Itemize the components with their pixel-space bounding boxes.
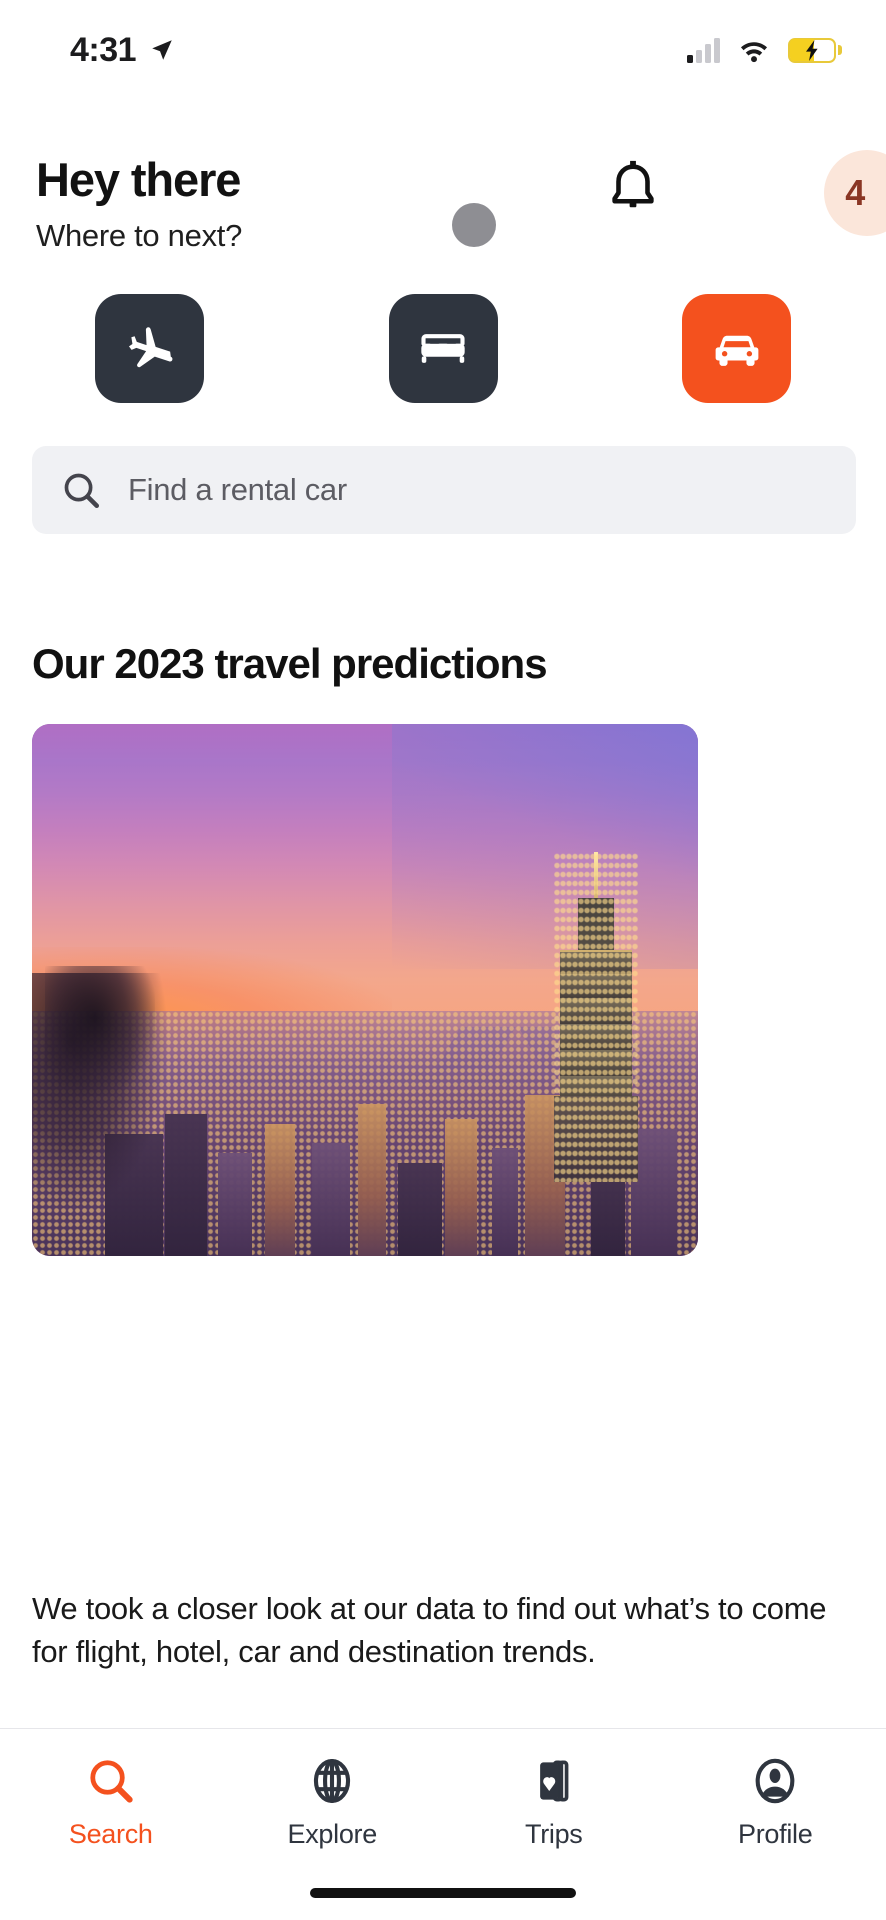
search-icon <box>64 473 100 509</box>
location-arrow-icon <box>152 40 172 60</box>
wifi-icon <box>740 42 768 63</box>
tower-window-lights <box>554 851 639 1182</box>
person-circle-icon <box>755 1758 795 1804</box>
hero-building <box>218 1153 253 1256</box>
hero-building <box>444 1118 477 1256</box>
status-bar-left: 4:31 <box>70 31 175 70</box>
status-time: 4:31 <box>70 30 137 69</box>
airplane-icon <box>128 326 172 367</box>
hero-building <box>358 1104 387 1256</box>
hero-building <box>311 1143 350 1256</box>
tab-explore[interactable]: Explore <box>222 1755 444 1850</box>
notifications-button[interactable] <box>602 156 664 218</box>
home-indicator <box>310 1888 576 1898</box>
category-button-stays[interactable] <box>388 294 498 403</box>
category-button-flights[interactable] <box>95 294 204 403</box>
battery-charging-icon <box>788 37 842 63</box>
notification-count-badge[interactable]: 4 <box>824 150 886 236</box>
hero-sky-right-glow <box>391 724 698 969</box>
globe-icon <box>314 1759 351 1803</box>
tab-label-trips: Trips <box>525 1819 583 1849</box>
section-heading: Our 2023 travel predictions <box>32 640 548 687</box>
tab-profile[interactable]: Profile <box>665 1755 886 1850</box>
status-bar-right <box>687 37 842 63</box>
section-body-text: We took a closer look at our data to fin… <box>32 1591 827 1669</box>
tab-search[interactable]: Search <box>0 1755 222 1850</box>
status-bar: 4:31 <box>0 0 886 100</box>
tab-label-profile: Profile <box>738 1819 813 1849</box>
trips-cards-heart-icon <box>539 1760 569 1802</box>
notification-bell-icon <box>612 160 654 208</box>
page-title: Hey there <box>36 153 241 206</box>
search-placeholder: Find a rental car <box>128 472 347 507</box>
taipei-101-tower <box>554 851 639 1182</box>
car-icon <box>715 335 758 366</box>
hero-building <box>631 1128 678 1256</box>
page-subtitle: Where to next? <box>36 218 243 253</box>
search-input[interactable]: Find a rental car <box>32 446 856 534</box>
bed-icon <box>421 333 465 363</box>
category-button-row <box>0 294 886 403</box>
category-button-cars[interactable] <box>682 294 791 403</box>
cellular-signal-icon <box>687 37 720 63</box>
hero-building <box>491 1148 518 1256</box>
tab-label-explore: Explore <box>287 1819 378 1849</box>
tab-trips[interactable]: Trips <box>443 1755 665 1850</box>
hero-building <box>265 1123 296 1256</box>
notification-count-value: 4 <box>845 172 865 213</box>
page-header: Hey there Where to next? 4 <box>0 140 886 260</box>
tab-label-search: Search <box>68 1819 153 1849</box>
hero-building <box>398 1163 443 1256</box>
search-icon <box>90 1760 133 1803</box>
travel-predictions-hero-image[interactable] <box>32 724 698 1256</box>
hero-foliage <box>45 966 156 1097</box>
cursor-indicator <box>452 203 496 247</box>
hero-building <box>165 1114 208 1256</box>
